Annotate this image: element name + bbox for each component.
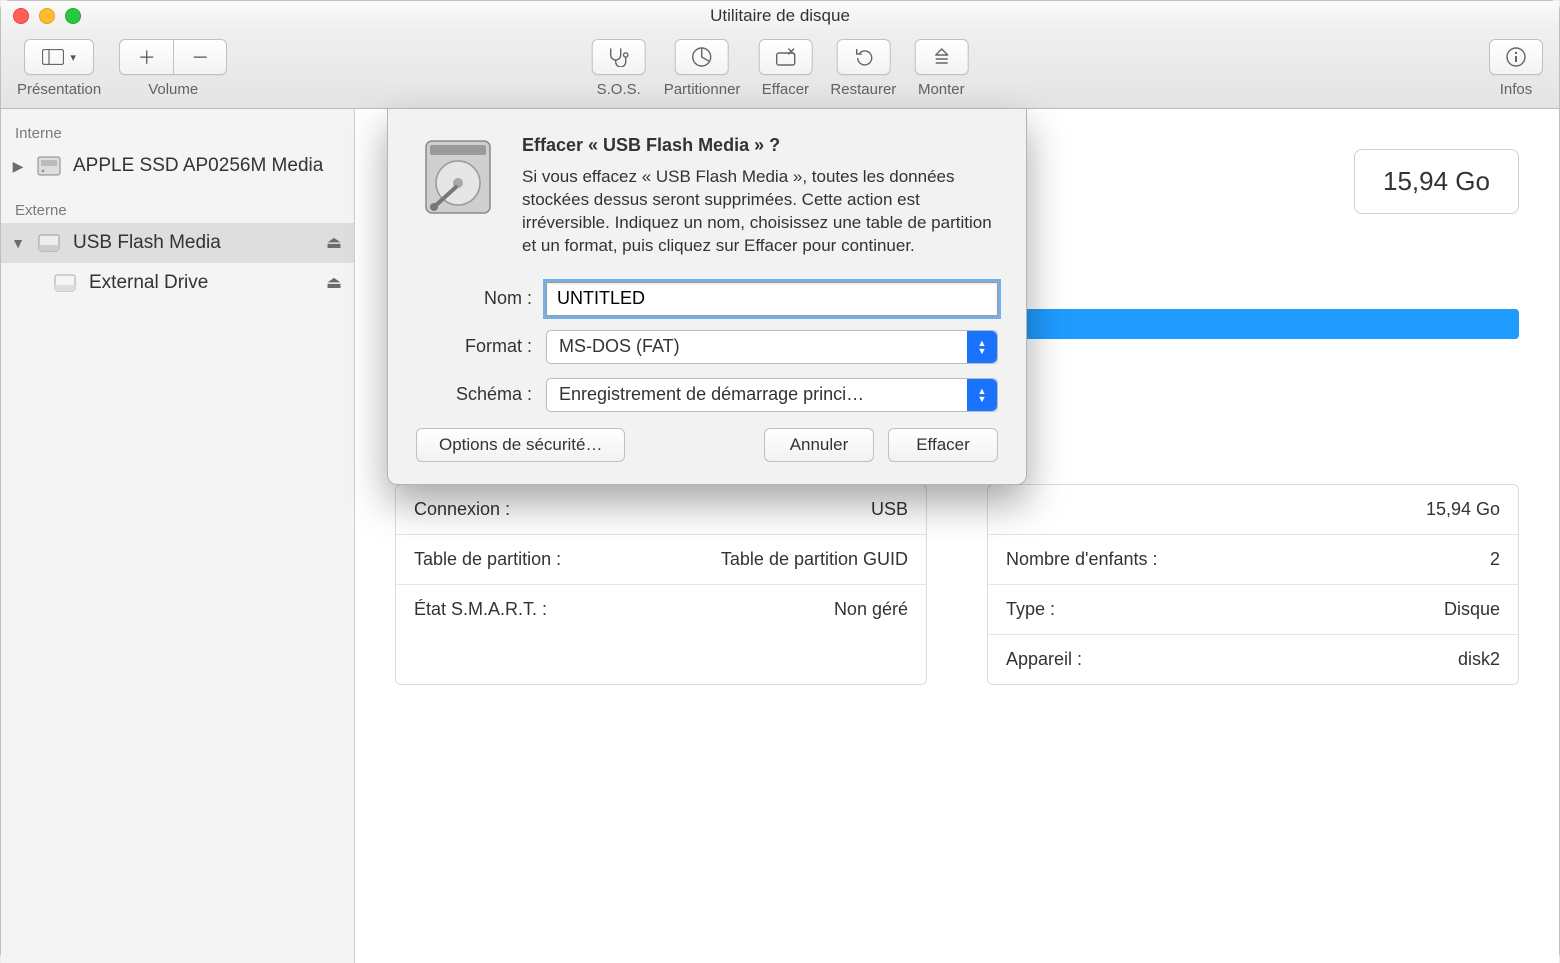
info-value: Table de partition GUID [721, 549, 908, 570]
dialog-title: Effacer « USB Flash Media » ? [522, 135, 998, 156]
scheme-select[interactable]: Enregistrement de démarrage princi… ▲▼ [546, 378, 998, 412]
info-button[interactable] [1489, 39, 1543, 75]
info-value: Disque [1444, 599, 1500, 620]
sidebar-section-internal: Interne [1, 119, 354, 146]
volume-icon [51, 269, 79, 297]
info-value: 2 [1490, 549, 1500, 570]
restore-button[interactable] [836, 39, 890, 75]
presentation-button[interactable]: ▾ [24, 39, 94, 75]
info-key: Nombre d'enfants : [1006, 549, 1158, 570]
partition-button[interactable] [675, 39, 729, 75]
mount-button[interactable] [914, 39, 968, 75]
stethoscope-icon [607, 47, 631, 67]
scheme-label: Schéma : [416, 384, 546, 405]
confirm-erase-button[interactable]: Effacer [888, 428, 998, 462]
capacity-badge: 15,94 Go [1354, 149, 1519, 214]
format-select[interactable]: MS-DOS (FAT) ▲▼ [546, 330, 998, 364]
chevron-down-icon: ▾ [70, 51, 76, 64]
sidebar: Interne ▶ APPLE SSD AP0256M Media Extern… [1, 109, 355, 963]
info-value: Non géré [834, 599, 908, 620]
info-row: Nombre d'enfants : 2 [988, 535, 1518, 585]
security-options-button[interactable]: Options de sécurité… [416, 428, 625, 462]
sidebar-item-external-drive[interactable]: External Drive ⏏ [1, 263, 354, 303]
erase-button[interactable] [758, 39, 812, 75]
dialog-description: Si vous effacez « USB Flash Media », tou… [522, 166, 998, 258]
external-disk-icon [35, 229, 63, 257]
restore-icon [852, 46, 874, 68]
info-key: Appareil : [1006, 649, 1082, 670]
mount-icon [931, 46, 951, 68]
partition-label: Partitionner [664, 81, 741, 98]
info-value: 15,94 Go [1426, 499, 1500, 520]
info-row: Connexion : USB [396, 485, 926, 535]
mount-label: Monter [918, 81, 965, 98]
select-caret-icon: ▲▼ [967, 331, 997, 363]
erase-dialog: Effacer « USB Flash Media » ? Si vous ef… [387, 109, 1027, 485]
sos-button[interactable] [592, 39, 646, 75]
sidebar-item-label: USB Flash Media [73, 232, 221, 254]
window-title: Utilitaire de disque [1, 6, 1559, 26]
name-label: Nom : [416, 288, 546, 309]
sidebar-item-usb-flash-media[interactable]: ▼ USB Flash Media ⏏ [1, 223, 354, 263]
sos-label: S.O.S. [597, 81, 641, 98]
eject-icon[interactable]: ⏏ [326, 273, 342, 293]
sidebar-layout-icon [42, 49, 64, 65]
info-row: 15,94 Go [988, 485, 1518, 535]
info-row: Type : Disque [988, 585, 1518, 635]
cancel-button[interactable]: Annuler [764, 428, 874, 462]
sidebar-section-external: Externe [1, 196, 354, 223]
volume-remove-button[interactable]: － [173, 39, 227, 75]
sidebar-item-label: APPLE SSD AP0256M Media [73, 155, 323, 177]
restore-label: Restaurer [830, 81, 896, 98]
volume-label: Volume [148, 81, 198, 98]
volume-add-button[interactable]: ＋ [119, 39, 173, 75]
info-row: Table de partition : Table de partition … [396, 535, 926, 585]
format-label: Format : [416, 336, 546, 357]
info-row: Appareil : disk2 [988, 635, 1518, 684]
name-input[interactable] [546, 282, 998, 316]
titlebar: Utilitaire de disque [1, 1, 1559, 31]
minus-icon: － [191, 44, 209, 70]
info-value: disk2 [1458, 649, 1500, 670]
disclosure-down-icon: ▼ [11, 235, 25, 251]
format-select-value: MS-DOS (FAT) [559, 336, 680, 357]
plus-icon: ＋ [138, 44, 156, 70]
scheme-select-value: Enregistrement de démarrage princi… [559, 384, 864, 405]
erase-icon [774, 47, 796, 67]
info-key: Type : [1006, 599, 1055, 620]
select-caret-icon: ▲▼ [967, 379, 997, 411]
disclosure-right-icon: ▶ [11, 158, 25, 175]
info-row: État S.M.A.R.T. : Non géré [396, 585, 926, 634]
info-key: Table de partition : [414, 549, 561, 570]
info-key: Connexion : [414, 499, 510, 520]
sidebar-item-internal-ssd[interactable]: ▶ APPLE SSD AP0256M Media [1, 146, 354, 186]
info-value: USB [871, 499, 908, 520]
toolbar: ▾ Présentation ＋ － Volume S.O.S. [1, 31, 1559, 109]
info-label: Infos [1500, 81, 1533, 98]
eject-icon[interactable]: ⏏ [326, 233, 342, 253]
hard-drive-icon [416, 135, 500, 219]
presentation-label: Présentation [17, 81, 101, 98]
info-icon [1505, 46, 1527, 68]
info-column-right: 15,94 Go Nombre d'enfants : 2 Type : Dis… [987, 484, 1519, 685]
pie-chart-icon [691, 46, 713, 68]
info-column-left: Connexion : USB Table de partition : Tab… [395, 484, 927, 685]
erase-label: Effacer [762, 81, 809, 98]
info-key: État S.M.A.R.T. : [414, 599, 547, 620]
sidebar-item-label: External Drive [89, 272, 208, 294]
internal-disk-icon [35, 152, 63, 180]
